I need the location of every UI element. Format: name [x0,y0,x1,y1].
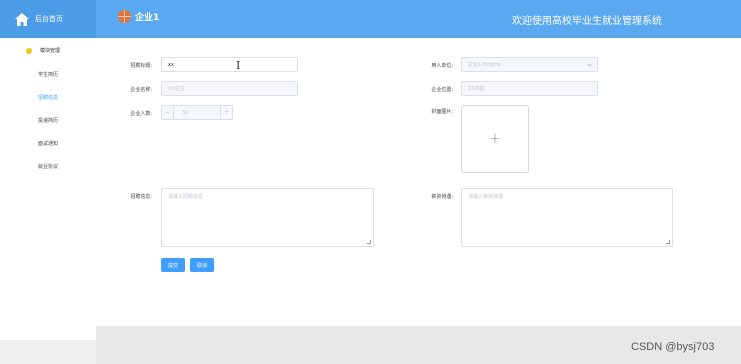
salary-label: 薪资待遇: [431,194,453,200]
title-label: 招聘标题: [130,63,152,69]
stepper-minus-button[interactable]: − [162,106,174,119]
company-size-value: 30 [182,110,189,116]
home-label: 后台首页 [35,15,63,23]
company-location-input[interactable]: XX地区 [461,81,598,96]
company-switcher[interactable]: 企业1 [118,10,159,23]
sidebar-item-employment-agreement[interactable]: 就业协议 [38,163,58,170]
sidebar-item-delivered-resume[interactable]: 投递简历 [38,117,58,124]
system-title: 欢迎使用高校毕业生就业管理系统 [512,16,662,27]
salary-textarea[interactable]: 请输入薪资待遇 [461,188,673,247]
home-icon [15,12,29,26]
chevron-down-icon [587,62,592,67]
company-location-value: XX地区 [468,86,485,92]
company-size-label: 企业人数: [130,111,152,117]
watermark-text: CSDN @bysj703 [631,341,715,353]
text-cursor-icon: I [236,59,241,72]
stepper-plus-button[interactable]: + [220,106,232,119]
company-name-value: XX企业 [168,86,185,92]
company-name: 企业1 [135,13,160,23]
employer-select-value: 企业1-tfdgfds [468,62,501,68]
top-header: 后台首页 企业1 欢迎使用高校毕业生就业管理系统 [0,0,741,38]
salary-placeholder: 请输入薪资待遇 [468,194,504,200]
recruit-info-label: 招聘信息: [130,194,152,200]
sidebar: 模块管理 学生简历 招聘信息 投递简历 面试通知 就业协议 [0,38,96,364]
home-link[interactable]: 后台首页 [0,0,96,38]
company-logo-icon [118,10,131,23]
sidebar-item-student-resume[interactable]: 学生简历 [38,71,58,78]
resize-handle-icon[interactable] [666,240,670,244]
sidebar-item-interview-notice[interactable]: 面试通知 [38,140,58,147]
company-name-input[interactable]: XX企业 [161,81,298,96]
company-size-stepper[interactable]: − 30 + [161,105,233,120]
recruit-info-textarea[interactable]: 请输入招聘信息 [161,188,374,247]
sidebar-footer [0,340,96,364]
sidebar-group-label: 模块管理 [40,48,61,54]
title-input[interactable]: xx [161,57,298,72]
module-dot-icon [26,47,32,54]
resize-handle-icon[interactable] [367,240,371,244]
submit-button[interactable]: 提交 [161,258,185,272]
title-input-value: xx [168,61,174,68]
cover-image-label: 封面图片: [431,109,453,115]
plus-icon: + [489,131,501,147]
cancel-button[interactable]: 取消 [190,258,214,272]
sidebar-group-module[interactable]: 模块管理 [26,47,60,54]
employer-label: 用人单位: [431,63,453,69]
company-name-label: 企业名称: [130,87,152,93]
recruit-info-placeholder: 请输入招聘信息 [168,194,204,200]
sidebar-item-recruit-info[interactable]: 招聘信息 [38,94,58,101]
company-location-label: 企业位置: [431,87,453,93]
employer-select[interactable]: 企业1-tfdgfds [461,57,598,72]
cover-image-uploader[interactable]: + [461,105,529,173]
